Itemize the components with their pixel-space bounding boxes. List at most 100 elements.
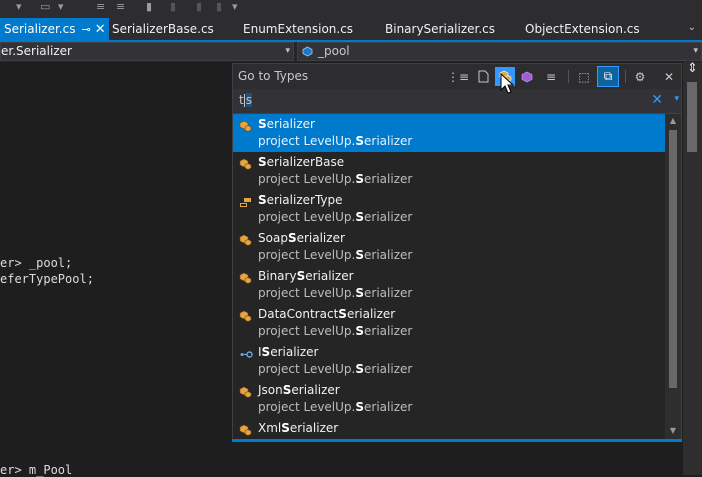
search-input-value: ts [239,93,252,107]
item-path-prefix: project LevelUp. [258,400,356,414]
list-item[interactable]: BinarySerializer project LevelUp.Serializ… [233,266,665,304]
item-name-rest: erializer [291,383,340,397]
item-path: project LevelUp.Serializer [258,134,412,148]
list-item[interactable]: SoapSerializer project LevelUp.Serializer [233,228,665,266]
type-dropdown[interactable]: er.Serializer ▾ [0,42,294,61]
bookmark-prev-icon[interactable]: ▮ [170,1,176,13]
field-icon [302,46,313,57]
item-name-match: S [261,345,271,359]
list-item[interactable]: SerializerType project LevelUp.Serializer [233,190,665,228]
search-history-dropdown-icon[interactable]: ▾ [674,94,679,104]
show-all-icon: ⋮≡ [446,69,470,84]
tab-objectextension-cs[interactable]: ObjectExtension.cs [525,18,640,40]
item-name-rest: erializer [289,421,339,435]
class-icon [239,272,252,284]
scroll-up-arrow-icon[interactable]: ▲ [666,114,680,128]
preview-tab-button[interactable]: ⧉ [597,66,619,87]
item-path-match: S [355,324,365,338]
symbols-filter-button[interactable] [517,67,537,86]
align-icon[interactable]: ≡ [96,1,105,13]
item-path-prefix: project LevelUp. [258,210,356,224]
chevron-down-icon: ▾ [285,46,290,56]
item-path-match: S [355,362,365,376]
symbols-icon [521,71,533,82]
item-name-match: S [258,155,267,169]
overflow-icon[interactable]: ▾ [232,1,238,13]
item-name-match: S [281,421,290,435]
item-name: DataContractSerializer [258,307,395,321]
item-name: BinarySerializer [258,269,354,283]
item-path-match: S [355,286,365,300]
editor-scroll-thumb[interactable] [687,82,697,152]
mouse-pointer-icon [500,73,515,94]
search-input[interactable]: ts ✕ ▾ [233,89,681,114]
item-name-rest: erializer [346,307,396,321]
item-path: project LevelUp.Serializer [258,248,412,262]
tab-serializerbase-cs[interactable]: SerializerBase.cs [112,18,214,40]
interface-icon [240,351,253,358]
item-name-prefix: Xml [258,421,282,435]
code-line: er> _pool; [0,256,73,270]
class-icon [239,158,252,170]
item-path-match: S [355,172,365,186]
code-editor[interactable]: er> _pool; eferTypePool; er> m_Pool [0,62,232,477]
save-all-icon[interactable]: ▾ [58,1,64,13]
item-path: project LevelUp.Serializer [258,210,412,224]
item-name-match: S [258,193,267,207]
list-item[interactable]: JsonSerializer project LevelUp.Serializer [233,380,665,418]
item-name-match: S [258,117,267,131]
tab-serializer-cs[interactable]: Serializer.cs ⊸ ✕ [0,18,109,40]
item-name: ISerializer [258,345,319,359]
list-item[interactable]: XmlSerializer [233,418,665,440]
member-dropdown[interactable]: _pool ▾ [297,42,702,61]
dropdown-arrow-icon[interactable]: ▾ [16,1,22,13]
save-icon[interactable]: ▭ [40,1,50,13]
current-document-button[interactable]: ⬚ [574,67,594,86]
list-item[interactable]: Serializer project LevelUp.Serializer [233,114,665,152]
class-icon [239,234,252,246]
item-path-match: S [355,210,365,224]
list-item[interactable]: DataContractSerializer project LevelUp.Se… [233,304,665,342]
list-item[interactable]: ISerializer project LevelUp.Serializer [233,342,665,380]
close-popup-button[interactable]: ✕ [659,67,679,86]
tab-enumextension-cs[interactable]: EnumExtension.cs [243,18,353,40]
clear-search-icon[interactable]: ✕ [651,92,663,108]
class-icon [239,386,252,398]
bookmark-clear-icon[interactable]: ▮ [216,1,222,13]
files-filter-button[interactable] [473,67,493,86]
settings-button[interactable]: ⚙ [630,67,650,86]
results-scroll-thumb[interactable] [669,130,677,388]
search-selected-text: s [245,93,252,107]
split-editor-icon[interactable]: ⇕ [683,62,702,76]
item-name: XmlSerializer [258,421,338,435]
align-right-icon[interactable]: ≡ [116,1,125,13]
item-name-prefix: Soap [258,231,288,245]
item-path: project LevelUp.Serializer [258,362,412,376]
bookmark-icon[interactable]: ▮ [146,1,152,13]
tab-label: ObjectExtension.cs [525,22,640,36]
pin-icon[interactable]: ⊸ [81,19,90,41]
item-name: SerializerBase [258,155,344,169]
show-all-button[interactable]: ⋮≡ [446,67,470,86]
item-name: JsonSerializer [258,383,340,397]
toolbar: ▾ ▭ ▾ ≡ ≡ ▮ ▮ ▮ ▮ ▾ [0,0,702,18]
tab-binaryserializer-cs[interactable]: BinarySerializer.cs [385,18,495,40]
item-path-rest: erializer [364,210,413,224]
item-name: SoapSerializer [258,231,345,245]
close-icon: ✕ [663,69,675,84]
tab-overflow-icon[interactable]: ⌄ [688,22,696,33]
item-path-match: S [355,248,365,262]
bookmark-next-icon[interactable]: ▮ [196,1,202,13]
close-tab-icon[interactable]: ✕ [95,19,106,41]
item-path: project LevelUp.Serializer [258,286,412,300]
item-name-rest: erializer [270,345,319,359]
popup-header: Go to Types ⋮≡ ≡ ⬚ ⧉ ⚙ ✕ [233,64,681,89]
item-path-match: S [355,134,365,148]
enum-icon [240,198,251,207]
members-filter-button[interactable]: ≡ [541,67,561,86]
list-item[interactable]: SerializerBase project LevelUp.Serializer [233,152,665,190]
item-path: project LevelUp.Serializer [258,400,412,414]
popup-title: Go to Types [238,69,309,83]
scroll-down-arrow-icon[interactable]: ▼ [666,424,680,438]
item-path-rest: erializer [364,400,413,414]
